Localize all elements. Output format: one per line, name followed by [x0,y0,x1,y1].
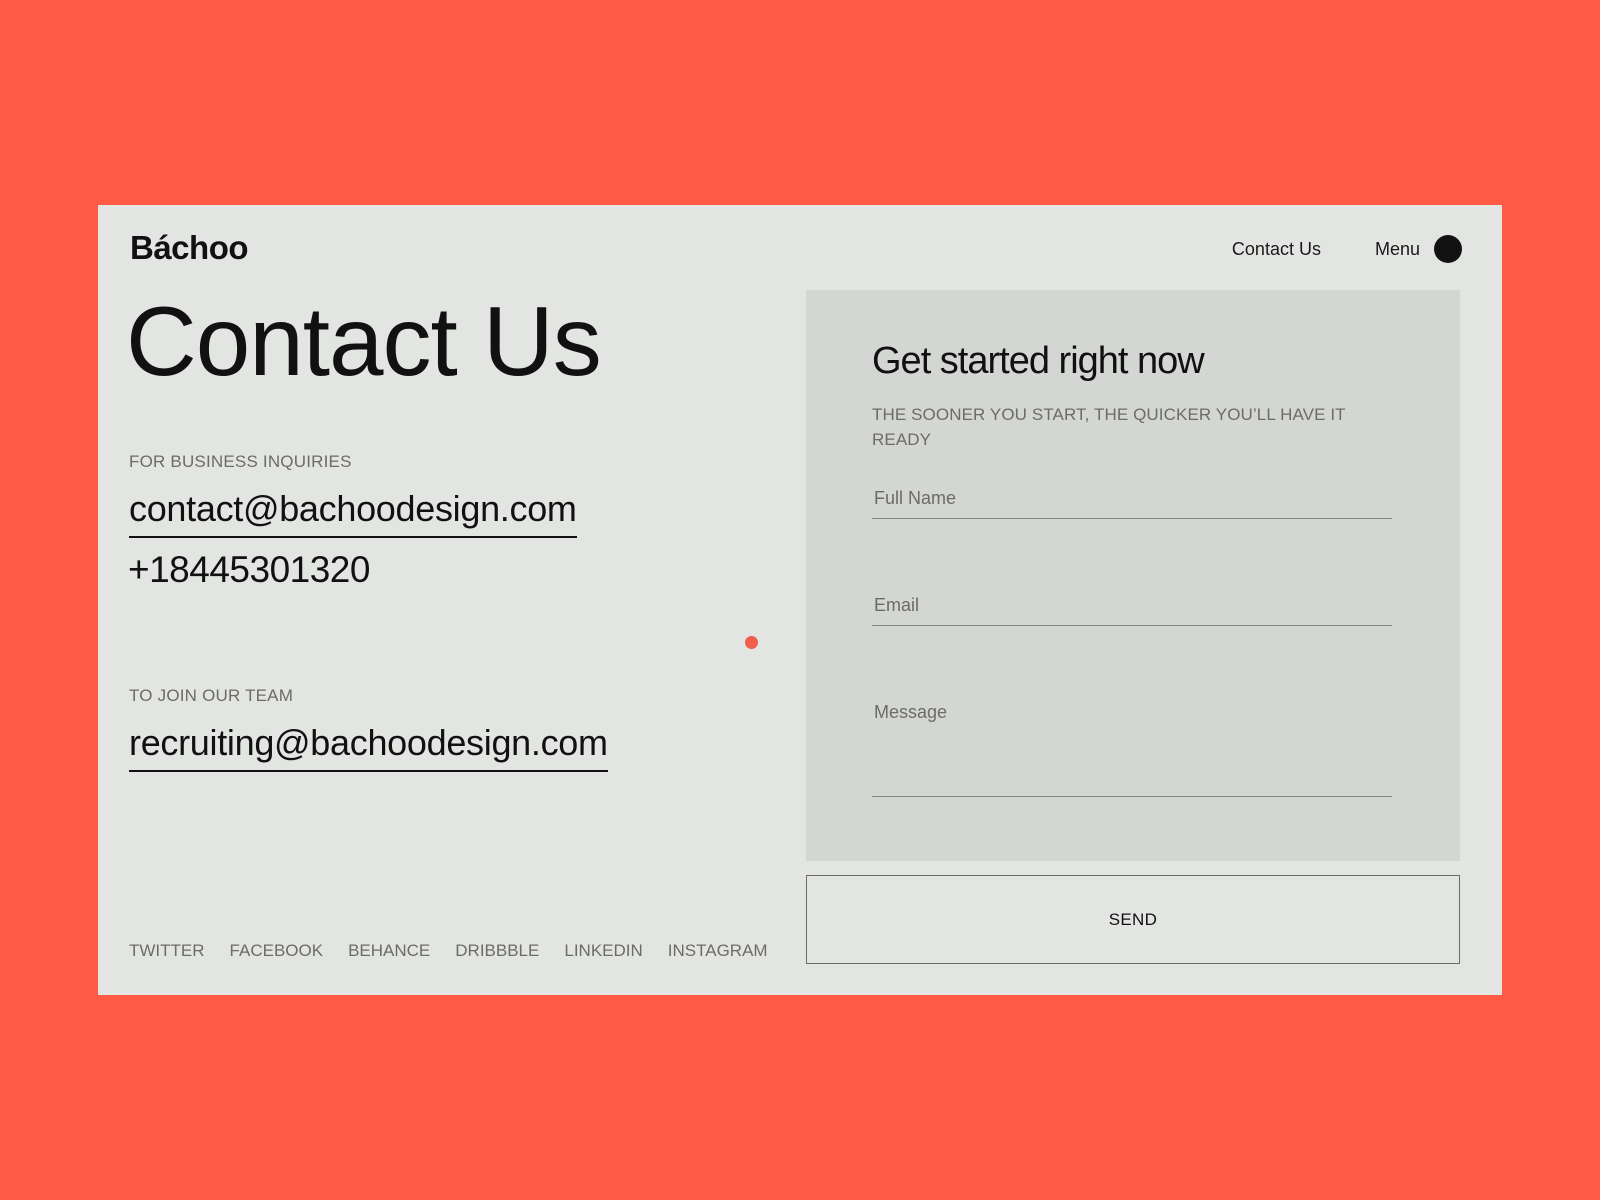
social-instagram-link[interactable]: INSTAGRAM [668,941,768,961]
business-phone[interactable]: +18445301320 [128,549,370,591]
email-field-wrapper [872,590,1394,626]
send-button[interactable]: SEND [806,875,1460,964]
contact-form: Get started right now THE SOONER YOU STA… [806,290,1460,861]
full-name-input[interactable] [872,483,1394,513]
contact-page: Báchoo Contact Us Menu Contact Us FOR BU… [98,205,1502,995]
join-team-label: TO JOIN OUR TEAM [129,686,294,705]
recruiting-email-link[interactable]: recruiting@bachoodesign.com [129,722,608,772]
social-linkedin-link[interactable]: LINKEDIN [564,941,642,961]
brand-logo[interactable]: Báchoo [130,229,249,267]
nav-menu-link[interactable]: Menu [1375,239,1420,260]
social-behance-link[interactable]: BEHANCE [348,941,430,961]
nav-contact-link[interactable]: Contact Us [1232,239,1321,260]
message-textarea[interactable] [872,698,1394,792]
accent-dot [745,636,758,649]
business-inquiries-label: FOR BUSINESS INQUIRIES [129,452,352,471]
social-facebook-link[interactable]: FACEBOOK [230,941,324,961]
page-title: Contact Us [126,286,602,396]
circle-menu-icon[interactable] [1434,235,1462,263]
email-input[interactable] [872,590,1394,620]
social-links: TWITTER FACEBOOK BEHANCE DRIBBBLE LINKED… [129,941,768,961]
form-title: Get started right now [872,340,1205,382]
form-subtitle: THE SOONER YOU START, THE QUICKER YOU’LL… [872,405,1346,449]
business-email-link[interactable]: contact@bachoodesign.com [129,488,577,538]
message-field-wrapper [872,698,1394,797]
social-twitter-link[interactable]: TWITTER [129,941,205,961]
top-nav: Contact Us Menu [1232,235,1462,263]
full-name-field-wrapper [872,483,1394,519]
social-dribbble-link[interactable]: DRIBBBLE [455,941,539,961]
